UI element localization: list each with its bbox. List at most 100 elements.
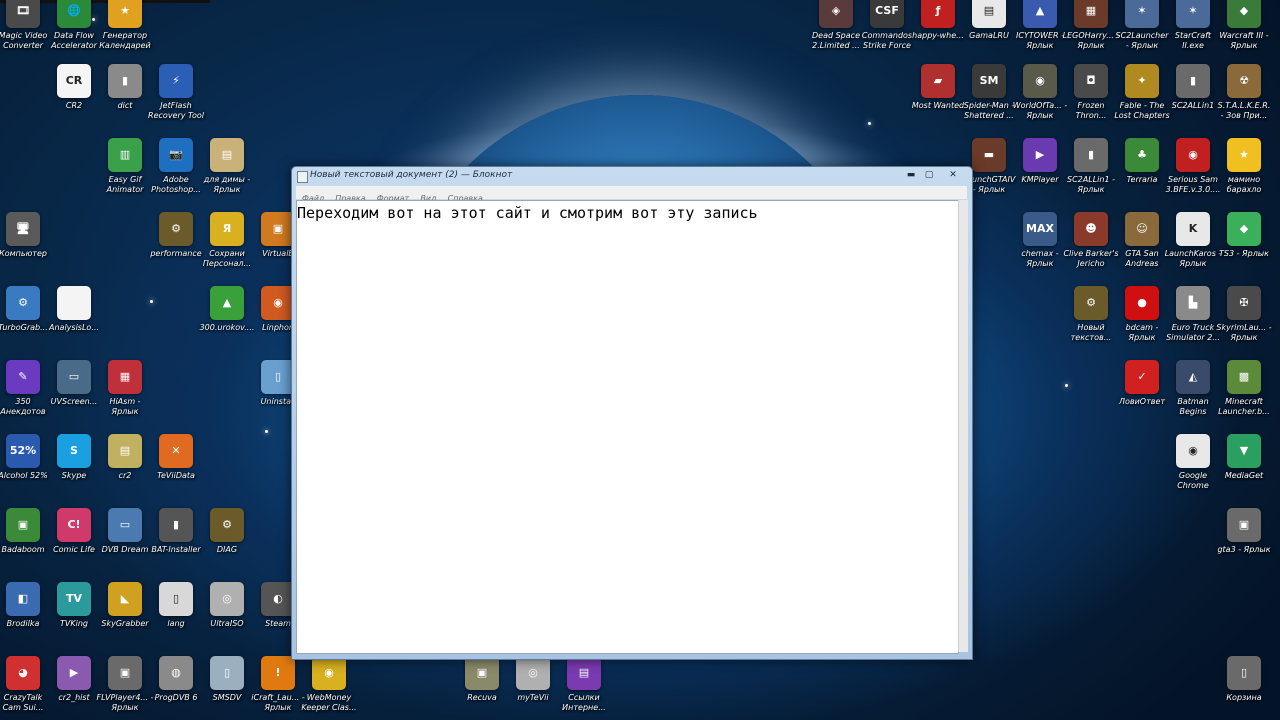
desktop-icon-label: ProgDVB 6 [154, 693, 198, 702]
desktop-icon[interactable]: TV TVKing [45, 582, 103, 629]
desktop-icon[interactable]: 🌐 Data Flow Accelerator [45, 0, 103, 51]
desktop-icon[interactable]: ◆ TS3 - Ярлык [1215, 212, 1273, 259]
desktop-icon-label: TVKing [60, 619, 88, 628]
desktop-icon[interactable]: CSF Commandos Strike Force [858, 0, 916, 51]
desktop-icon-label: Google Chrome [1177, 471, 1209, 490]
desktop-icon[interactable]: ◎ UltraISO [198, 582, 256, 629]
desktop-icon[interactable]: ▰ Most Wanted [909, 64, 967, 111]
desktop-icon[interactable]: ▭ UVScreen... [45, 360, 103, 407]
desktop-icon[interactable]: ! iCraft_Lau... - Ярлык [249, 656, 307, 713]
desktop-icon[interactable]: ▤ Ссылки Интерне... [555, 656, 613, 713]
desktop-icon[interactable]: ▥ Easy Gif Animator [96, 138, 154, 195]
desktop-icon[interactable]: ◉ Google Chrome [1164, 434, 1222, 491]
desktop-icon[interactable]: ◣ SkyGrabber [96, 582, 154, 629]
maximize-button[interactable]: ▢ [921, 169, 937, 181]
desktop-icon[interactable]: ✠ SkyrimLau... - Ярлык [1215, 286, 1273, 343]
skype-icon: S [57, 434, 91, 468]
desktop-icon[interactable]: ✕ TeViiData [147, 434, 205, 481]
mediaget-icon: ▼ [1227, 434, 1261, 468]
desktop-icon[interactable]: ▤ для димы - Ярлык [198, 138, 256, 195]
desktop-icon[interactable]: ● bdcam - Ярлык [1113, 286, 1171, 343]
desktop-icon[interactable]: ◈ Dead Space 2.Limited ... [807, 0, 865, 51]
desktop-icon[interactable]: ◉ WebMoney Keeper Clas... [300, 656, 358, 713]
desktop-icon-label: AnalysisLo... [49, 323, 99, 332]
desktop-icon[interactable]: SM Spider-Man - Shattered ... [960, 64, 1018, 121]
desktop-icon[interactable]: ▮ BAT-Installer [147, 508, 205, 555]
desktop-icon[interactable]: ☺ GTA San Andreas [1113, 212, 1171, 269]
desktop-icon[interactable]: ▮ dict [96, 64, 154, 111]
desktop-icon[interactable]: ▦ LEGOHarry... - Ярлык [1062, 0, 1120, 51]
cr2-icon: CR [57, 64, 91, 98]
desktop-icon[interactable]: ◭ Batman Begins [1164, 360, 1222, 417]
desktop-icon[interactable]: ▮ SC2ALLin1 - Ярлык [1062, 138, 1120, 195]
notepad-window[interactable]: Новый текстовый документ (2) — Блокнот ▬… [291, 166, 973, 660]
desktop-icon[interactable]: ◉ Serious Sam 3.BFE.v.3.0.... [1164, 138, 1222, 195]
desktop-icon[interactable]: ★ мамино барахло [1215, 138, 1273, 195]
desktop-icon[interactable]: CR CR2 [45, 64, 103, 111]
desktop-icon[interactable]: ☢ S.T.A.L.K.E.R. - Зов При... [1215, 64, 1273, 121]
virtualbox-icon: ▣ [261, 212, 295, 246]
desktop-icon[interactable]: ♣ Terraria [1113, 138, 1171, 185]
desktop-icon[interactable]: ✶ StarCraft II.exe [1164, 0, 1222, 51]
desktop-icon[interactable]: ◎ myTeVii [504, 656, 562, 703]
desktop-icon[interactable]: ☻ Clive Barker's Jericho [1062, 212, 1120, 269]
desktop-icon[interactable]: 🖥 Компьютер [0, 212, 52, 259]
desktop-icon[interactable]: ▤ GamaLRU [960, 0, 1018, 41]
desktop-icon[interactable]: ▩ Minecraft Launcher.b... [1215, 360, 1273, 417]
desktop-icon[interactable]: ✦ Fable - The Lost Chapters [1113, 64, 1171, 121]
desktop-icon[interactable]: ▼ MediaGet [1215, 434, 1273, 481]
desktop-icon[interactable]: ▶ KMPlayer [1011, 138, 1069, 185]
desktop-icon[interactable]: ✓ ЛовиОтвет [1113, 360, 1171, 407]
desktop-icon[interactable]: ▲ ICYTOWER - Ярлык [1011, 0, 1069, 51]
desktop-icon[interactable]: ★ Генератор Календарей [96, 0, 154, 51]
desktop-icon[interactable]: ▭ DVB Dream [96, 508, 154, 555]
desktop-icon-label: для димы - Ярлык [203, 175, 251, 194]
desktop-icon[interactable]: ▮ SC2ALLin1 [1164, 64, 1222, 111]
desktop-icon[interactable]: ◉ WorldOfTa... - Ярлык [1011, 64, 1069, 121]
desktop-icon[interactable]: AnalysisLo... [45, 286, 103, 333]
desktop-icon[interactable]: Я Сохрани Персонал... [198, 212, 256, 269]
desktop-icon[interactable]: C! Comic Life [45, 508, 103, 555]
text-editor-area[interactable]: Переходим вот на этот сайт и смотрим вот… [296, 200, 959, 654]
desktop-icon[interactable]: ▲ 300.urokov.... [198, 286, 256, 333]
gta-sa-icon: ☺ [1125, 212, 1159, 246]
desktop-icon[interactable]: ƒ happy-whe... [909, 0, 967, 41]
lego-icon: ▦ [1074, 0, 1108, 28]
desktop-icon[interactable]: ◆ Warcraft III - Ярлык [1215, 0, 1273, 51]
desktop-icon[interactable]: ▣ gta3 - Ярлык [1215, 508, 1273, 555]
desktop-icon[interactable]: ⚡ JetFlash Recovery Tool [147, 64, 205, 121]
house-icon: ▲ [210, 286, 244, 320]
gear-icon: ⚙ [6, 286, 40, 320]
desktop-icon[interactable]: ▯ lang [147, 582, 205, 629]
desktop-icon-label: gta3 - Ярлык [1217, 545, 1271, 554]
vertical-scrollbar[interactable] [958, 200, 968, 652]
desktop-icon[interactable]: S Skype [45, 434, 103, 481]
screen-camera-icon: ▭ [57, 360, 91, 394]
desktop-icon[interactable]: ▯ SMSDV [198, 656, 256, 703]
desktop-icon[interactable]: ✶ SC2Launcher - Ярлык [1113, 0, 1171, 51]
desktop-icon[interactable]: ⚙ DIAG [198, 508, 256, 555]
desktop-icon[interactable]: ▙ Euro Truck Simulator 2... [1164, 286, 1222, 343]
desktop-icon[interactable]: ⚙ performance [147, 212, 205, 259]
bat-icon: ▮ [159, 508, 193, 542]
document-text: Переходим вот на этот сайт и смотрим вот… [297, 204, 758, 222]
window-titlebar[interactable]: Новый текстовый документ (2) — Блокнот ▬… [292, 167, 972, 185]
desktop-icon[interactable]: ▤ cr2 [96, 434, 154, 481]
camera-icon: 📷 [159, 138, 193, 172]
desktop-icon[interactable]: ▣ Recuva [453, 656, 511, 703]
jetflash-icon: ⚡ [159, 64, 193, 98]
starcraft-icon: ✶ [1176, 0, 1210, 28]
desktop-icon[interactable]: ◘ Frozen Thron... [1062, 64, 1120, 121]
desktop-icon[interactable]: MAX chemax - Ярлык [1011, 212, 1069, 269]
desktop-icon[interactable]: ⚙ Новый текстов... [1062, 286, 1120, 343]
minimize-button[interactable]: ▬ [903, 169, 919, 181]
desktop-icon[interactable]: ▶ cr2_hist [45, 656, 103, 703]
desktop-icon[interactable]: ◍ ProgDVB 6 [147, 656, 205, 703]
desktop-icon[interactable]: 📷 Adobe Photoshop... [147, 138, 205, 195]
close-button[interactable]: ✕ [945, 169, 961, 181]
desktop-icon[interactable]: ▯ Корзина [1215, 656, 1273, 703]
desktop-icon[interactable]: ▦ HiAsm - Ярлык [96, 360, 154, 417]
desktop-icon[interactable]: K LaunchKaros - Ярлык [1164, 212, 1222, 269]
desktop-icon-label: BAT-Installer [151, 545, 201, 554]
desktop-icon[interactable]: ▣ FLVPlayer4... - Ярлык [96, 656, 154, 713]
